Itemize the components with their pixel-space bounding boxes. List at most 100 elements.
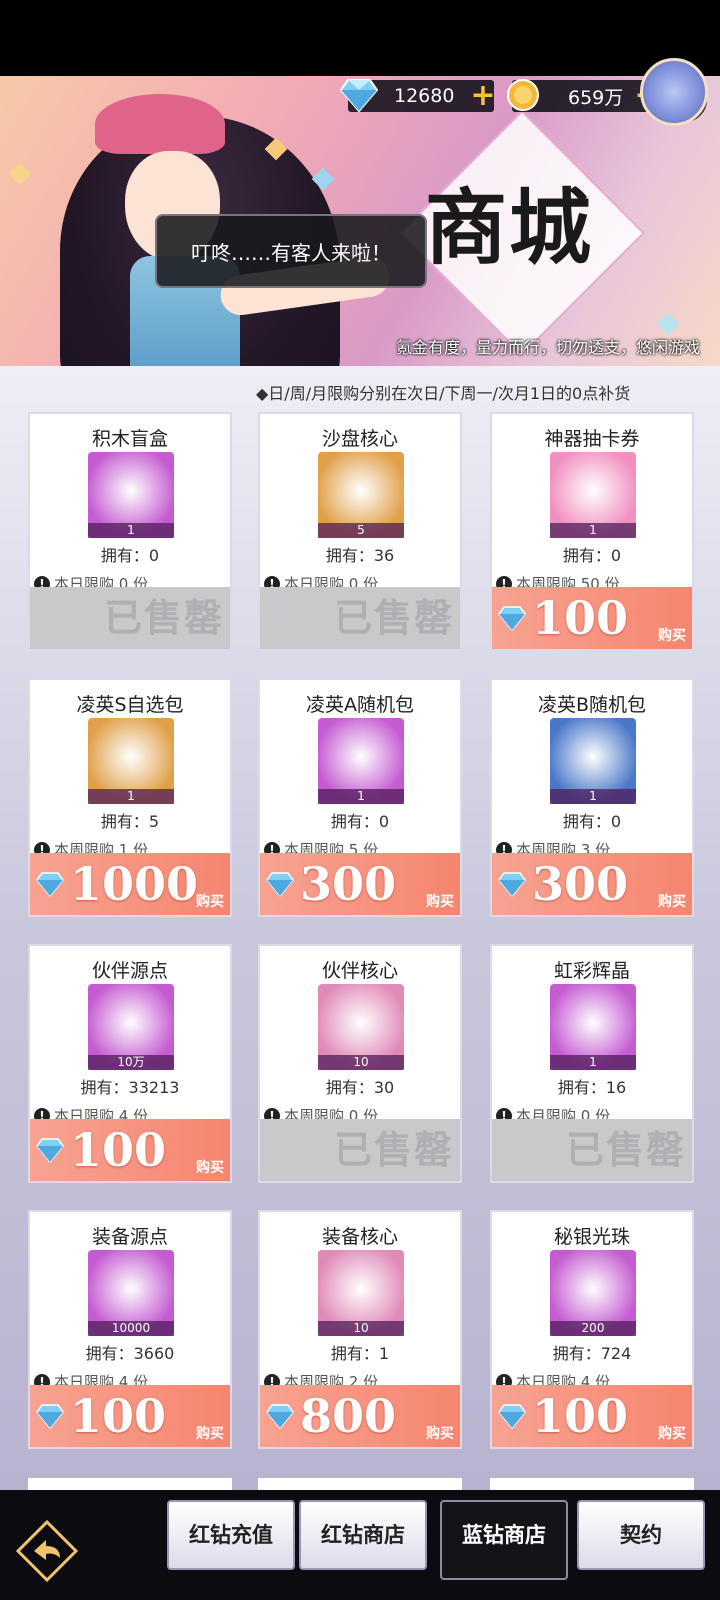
item-name: 秘银光珠 — [553, 1226, 630, 1248]
item-icon: 1 — [550, 984, 636, 1070]
buy-button[interactable]: 100 购买 — [30, 1385, 230, 1447]
owned-count: 拥有：36 — [325, 546, 395, 565]
buy-button[interactable]: 300 购买 — [492, 853, 692, 915]
decoration-gem-icon — [656, 312, 680, 336]
buy-button[interactable]: 1000 购买 — [30, 853, 230, 915]
speech-bubble: 叮咚……有客人来啦！ — [155, 214, 427, 288]
item-price: 100 — [70, 1123, 167, 1177]
shop-item-card[interactable]: 积木盲盒 1 拥有：0! 本日限购 0 份已售罄 — [28, 412, 232, 651]
back-button[interactable] — [14, 1518, 80, 1584]
shop-item-card[interactable]: 凌英A随机包 1 拥有：0! 本周限购 5 份 300 购买 — [258, 678, 462, 917]
owned-count: 拥有：0 — [562, 546, 622, 565]
blue-diamond-icon — [266, 1404, 294, 1429]
buy-button[interactable]: 100 购买 — [492, 587, 692, 649]
item-name: 伙伴源点 — [91, 960, 168, 982]
item-price: 100 — [70, 1389, 167, 1443]
blue-diamond-icon — [36, 1404, 64, 1429]
owned-count: 拥有：16 — [557, 1078, 627, 1097]
item-name: 积木盲盒 — [91, 428, 168, 450]
buy-button[interactable]: 100 购买 — [492, 1385, 692, 1447]
sold-out-label: 已售罄 — [30, 587, 230, 649]
shop-item-card[interactable]: 神器抽卡券 1 拥有：0! 本周限购 50 份 100 购买 — [490, 412, 694, 651]
blue-diamond-icon — [340, 79, 378, 112]
coin-count: 659万 — [568, 86, 624, 109]
item-icon: 1 — [88, 452, 174, 538]
buy-button[interactable]: 100 购买 — [30, 1119, 230, 1181]
item-name: 伙伴核心 — [321, 960, 398, 982]
shop-item-card[interactable]: 虹彩辉晶 1 拥有：16! 本月限购 0 份已售罄 — [490, 944, 694, 1183]
item-icon: 1 — [318, 718, 404, 804]
item-quantity: 1 — [550, 1055, 636, 1070]
buy-label: 购买 — [426, 1426, 454, 1442]
owned-count: 拥有：724 — [552, 1344, 632, 1363]
item-quantity: 1 — [550, 523, 636, 538]
blue-diamond-icon — [266, 872, 294, 897]
buy-label: 购买 — [196, 894, 224, 910]
shop-item-card[interactable]: 凌英S自选包 1 拥有：5! 本周限购 1 份 1000 购买 — [28, 678, 232, 917]
blue-diamond-icon — [36, 1138, 64, 1163]
next-row-card — [258, 1478, 462, 1490]
owned-count: 拥有：1 — [330, 1344, 390, 1363]
shop-item-card[interactable]: 沙盘核心 5 拥有：36! 本日限购 0 份已售罄 — [258, 412, 462, 651]
buy-label: 购买 — [196, 1160, 224, 1176]
owned-count: 拥有：5 — [100, 812, 160, 831]
shop-item-card[interactable]: 装备源点 10000 拥有：3660! 本日限购 4 份 100 购买 — [28, 1210, 232, 1449]
item-icon: 10 — [318, 1250, 404, 1336]
tab-red-diamond-shop[interactable]: 红钻商店 — [299, 1500, 427, 1570]
sold-out-label: 已售罄 — [260, 587, 460, 649]
add-diamonds-button[interactable]: + — [470, 81, 496, 111]
item-quantity: 200 — [550, 1321, 636, 1336]
item-quantity: 1 — [550, 789, 636, 804]
item-icon: 1 — [550, 452, 636, 538]
item-name: 凌英S自选包 — [76, 694, 184, 716]
character-hat — [95, 94, 225, 154]
item-icon: 10万 — [88, 984, 174, 1070]
npc-avatar[interactable] — [640, 58, 708, 126]
buy-label: 购买 — [658, 1426, 686, 1442]
item-name: 神器抽卡券 — [544, 428, 640, 450]
next-row-card — [490, 1478, 694, 1490]
buy-label: 购买 — [196, 1426, 224, 1442]
shop-item-card[interactable]: 伙伴核心 10 拥有：30! 本周限购 0 份已售罄 — [258, 944, 462, 1183]
item-quantity: 1 — [88, 789, 174, 804]
item-name: 沙盘核心 — [321, 428, 398, 450]
blue-diamond-icon — [498, 1404, 526, 1429]
owned-count: 拥有：0 — [330, 812, 390, 831]
item-quantity: 1 — [88, 523, 174, 538]
decoration-gem-icon — [8, 162, 32, 186]
item-price: 800 — [300, 1389, 397, 1443]
buy-button[interactable]: 300 购买 — [260, 853, 460, 915]
item-icon: 5 — [318, 452, 404, 538]
item-quantity: 1 — [318, 789, 404, 804]
tab-red-diamond-recharge[interactable]: 红钻充值 — [167, 1500, 295, 1570]
diamond-count: 12680 — [394, 85, 455, 107]
buy-button[interactable]: 800 购买 — [260, 1385, 460, 1447]
item-quantity: 10 — [318, 1321, 404, 1336]
item-icon: 10 — [318, 984, 404, 1070]
item-price: 100 — [532, 1389, 629, 1443]
item-price: 300 — [300, 857, 397, 911]
sold-out-label: 已售罄 — [260, 1119, 460, 1181]
buy-label: 购买 — [658, 894, 686, 910]
buy-label: 购买 — [658, 628, 686, 644]
item-quantity: 5 — [318, 523, 404, 538]
item-icon: 1 — [550, 718, 636, 804]
blue-diamond-icon — [498, 606, 526, 631]
item-price: 100 — [532, 591, 629, 645]
item-quantity: 10 — [318, 1055, 404, 1070]
item-name: 虹彩辉晶 — [553, 960, 630, 982]
back-arrow-icon — [15, 1519, 79, 1583]
shop-item-card[interactable]: 秘银光珠 200 拥有：724! 本日限购 4 份 100 购买 — [490, 1210, 694, 1449]
owned-count: 拥有：33213 — [80, 1078, 180, 1097]
gold-coin-icon — [507, 79, 539, 111]
item-name: 凌英B随机包 — [537, 694, 647, 716]
shop-item-card[interactable]: 装备核心 10 拥有：1! 本周限购 2 份 800 购买 — [258, 1210, 462, 1449]
blue-diamond-icon — [498, 872, 526, 897]
tab-contract[interactable]: 契约 — [577, 1500, 705, 1570]
sold-out-label: 已售罄 — [492, 1119, 692, 1181]
tab-blue-diamond-shop[interactable]: 蓝钻商店 — [440, 1500, 568, 1580]
item-icon: 10000 — [88, 1250, 174, 1336]
shop-item-card[interactable]: 伙伴源点 10万 拥有：33213! 本日限购 4 份 100 购买 — [28, 944, 232, 1183]
shop-item-card[interactable]: 凌英B随机包 1 拥有：0! 本周限购 3 份 300 购买 — [490, 678, 694, 917]
blue-diamond-icon — [36, 872, 64, 897]
